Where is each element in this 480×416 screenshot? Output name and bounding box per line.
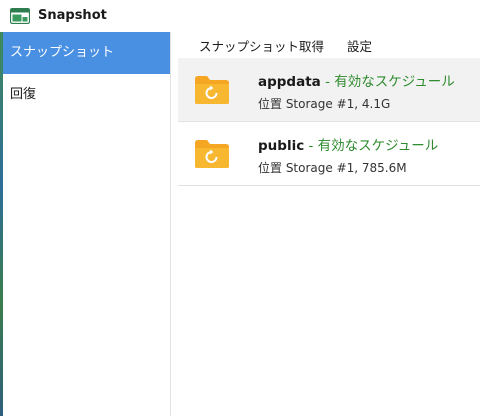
schedule-status: 有効なスケジュール: [334, 74, 455, 90]
sidebar: スナップショット 回復: [0, 32, 171, 416]
snapshot-name: public: [258, 138, 305, 154]
folder-restore-icon: [195, 76, 229, 104]
snapshot-list: appdata - 有効なスケジュール 位置 Storage #1, 4.1G …: [178, 58, 480, 186]
list-item[interactable]: appdata - 有効なスケジュール 位置 Storage #1, 4.1G: [178, 58, 480, 122]
snapshot-app-icon: [10, 8, 30, 24]
title-separator: -: [304, 138, 318, 154]
snapshot-location: 位置 Storage #1, 4.1G: [258, 97, 391, 111]
snapshot-name: appdata: [258, 74, 321, 90]
toolbar: スナップショット取得 設定: [171, 32, 480, 58]
sidebar-item-label: 回復: [10, 87, 37, 102]
row-title: public - 有効なスケジュール: [258, 138, 438, 154]
folder-restore-icon: [195, 140, 229, 168]
window-edge: [0, 32, 3, 416]
schedule-status: 有効なスケジュール: [317, 138, 439, 154]
sidebar-item-snapshot[interactable]: スナップショット: [0, 32, 170, 74]
settings-button[interactable]: 設定: [347, 39, 372, 54]
list-item[interactable]: public - 有効なスケジュール 位置 Storage #1, 785.6M: [178, 122, 480, 186]
sidebar-item-restore[interactable]: 回復: [0, 74, 170, 116]
take-snapshot-button[interactable]: スナップショット取得: [199, 39, 324, 54]
row-title: appdata - 有効なスケジュール: [258, 74, 455, 90]
snapshot-location: 位置 Storage #1, 785.6M: [258, 161, 407, 175]
title-bar: Snapshot: [0, 0, 480, 32]
snapshot-window: Snapshot スナップショット 回復 スナップショット取得 設定 appda…: [0, 0, 480, 416]
sidebar-item-label: スナップショット: [10, 45, 115, 60]
title-separator: -: [320, 74, 335, 90]
window-title: Snapshot: [38, 8, 107, 23]
